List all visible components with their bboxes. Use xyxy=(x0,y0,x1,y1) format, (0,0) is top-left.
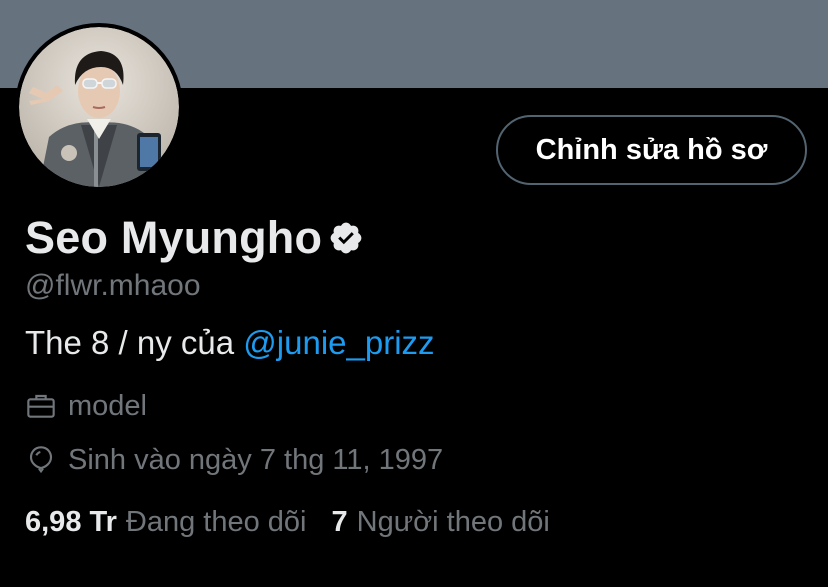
balloon-icon xyxy=(29,446,53,474)
edit-profile-button[interactable]: Chỉnh sửa hồ sơ xyxy=(496,115,807,185)
following-link[interactable]: 6,98 Tr Đang theo dõi xyxy=(25,503,307,541)
birthdate-row: Sinh vào ngày 7 thg 11, 1997 xyxy=(25,442,443,478)
bio-mention-link[interactable]: @junie_prizz xyxy=(243,324,434,361)
profile-bio: The 8 / ny của @junie_prizz xyxy=(25,322,435,364)
following-count: 6,98 Tr xyxy=(25,506,117,538)
avatar-image xyxy=(19,27,179,187)
profession-row: model xyxy=(25,388,147,424)
birthdate-text: Sinh vào ngày 7 thg 11, 1997 xyxy=(68,444,444,476)
display-name: Seo Myungho xyxy=(25,212,323,263)
following-label: Đang theo dõi xyxy=(125,506,307,538)
profession-text: model xyxy=(68,390,147,422)
followers-count: 7 xyxy=(331,506,348,538)
verified-badge-icon[interactable] xyxy=(328,220,364,256)
briefcase-icon xyxy=(27,394,55,418)
followers-label: Người theo dõi xyxy=(356,506,550,538)
follow-stats: 6,98 Tr Đang theo dõi 7 Người theo dõi xyxy=(25,503,575,541)
avatar[interactable] xyxy=(15,23,183,191)
profile-handle: @flwr.mhaoo xyxy=(25,269,201,302)
followers-link[interactable]: 7 Người theo dõi xyxy=(332,503,550,541)
bio-text: The 8 / ny của xyxy=(25,324,244,361)
name-row: Seo Myungho xyxy=(25,210,364,266)
